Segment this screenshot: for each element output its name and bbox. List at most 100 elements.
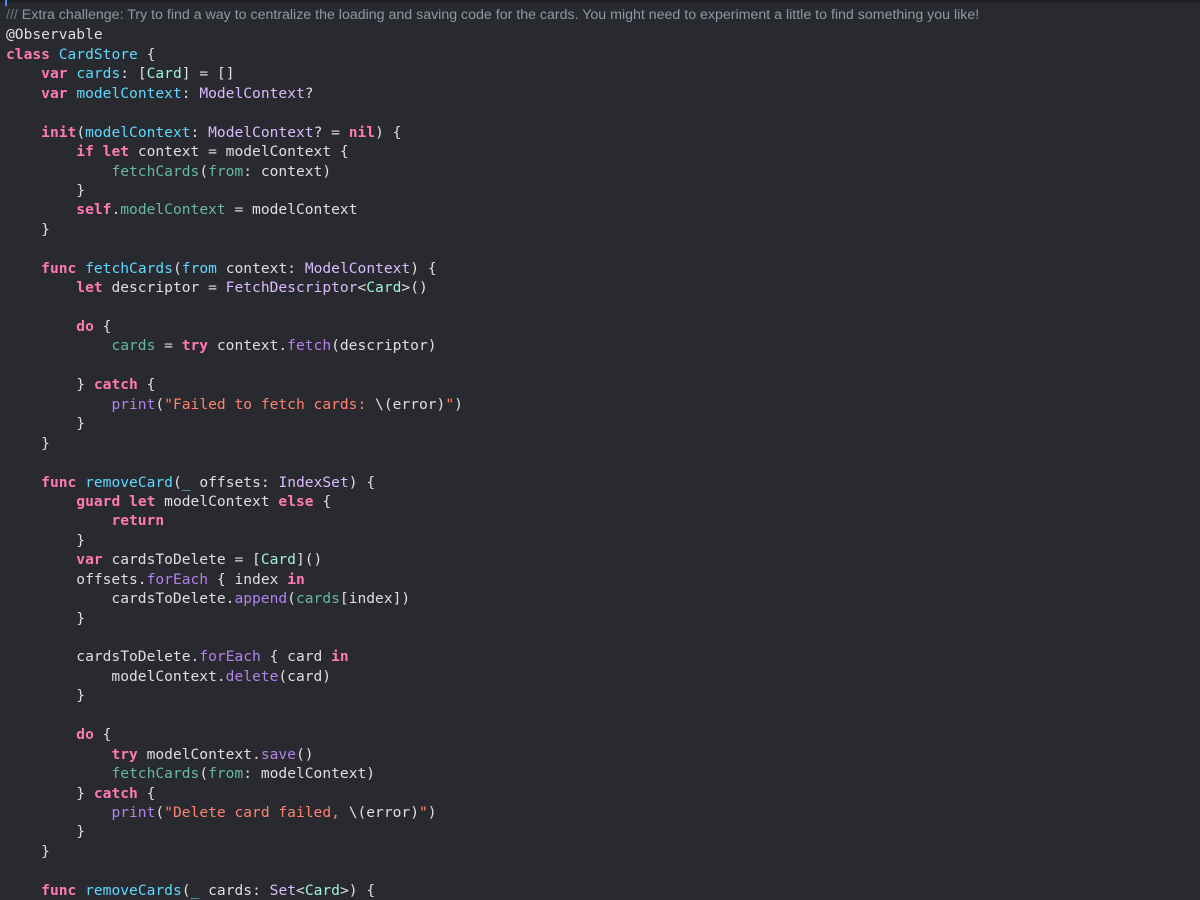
code-token: ) [427,803,437,821]
code-token: in [331,648,349,666]
code-line[interactable]: } [6,609,979,628]
code-token: else [278,492,314,510]
code-line[interactable]: } [6,842,979,861]
code-token: . [111,201,121,219]
code-line[interactable]: if let context = modelContext { [6,142,979,161]
code-line[interactable]: } [6,822,979,841]
code-line[interactable]: var cards: [Card] = [] [6,64,979,83]
code-line[interactable]: } [6,686,979,705]
code-token: descriptor = [102,279,226,297]
code-line[interactable]: class CardStore { [6,45,979,64]
doc-comment-line[interactable]: /// Extra challenge: Try to find a way t… [6,6,979,25]
code-token: \(error) [375,395,446,413]
code-token: modelContext. [6,667,226,685]
code-token: ModelContext [199,84,305,102]
code-line[interactable]: } [6,414,979,433]
code-line[interactable]: guard let modelContext else { [6,492,979,511]
code-line[interactable] [6,239,979,258]
code-token: = [155,337,182,355]
code-token: { index [208,570,288,588]
code-line[interactable]: } catch { [6,784,979,803]
code-line[interactable]: modelContext.delete(card) [6,667,979,686]
code-line[interactable]: } [6,181,979,200]
code-editor[interactable]: /// Extra challenge: Try to find a way t… [0,0,1200,900]
code-line[interactable]: do { [6,725,979,744]
code-token: \(error) [348,803,419,821]
code-token: : [181,84,200,102]
code-token: ( [199,162,209,180]
code-token: Extra challenge: Try to find a way to ce… [21,7,980,23]
code-line[interactable]: } [6,220,979,239]
code-token: < [357,279,367,297]
code-token: " [418,803,428,821]
code-line[interactable]: } [6,434,979,453]
code-token: cards [111,337,156,355]
code-token: ( [155,395,165,413]
code-token: ) { [375,123,402,141]
code-token: cards: [199,881,270,899]
code-line[interactable]: @Observable [6,25,979,44]
code-token: ]() [295,551,323,569]
code-line[interactable]: self.modelContext = modelContext [6,200,979,219]
code-line[interactable]: print("Failed to fetch cards: \(error)") [6,395,979,414]
code-line[interactable]: return [6,511,979,530]
code-line[interactable] [6,453,979,472]
code-token: "Failed to fetch cards: [164,395,376,413]
code-token: cards [76,65,121,83]
code-token: Card [304,881,340,899]
code-line[interactable]: cardsToDelete.append(cards[index]) [6,589,979,608]
code-token: modelContext [76,84,182,102]
code-line[interactable]: fetchCards(from: context) [6,162,979,181]
code-line[interactable]: fetchCards(from: modelContext) [6,764,979,783]
code-line[interactable]: cards = try context.fetch(descriptor) [6,336,979,355]
code-line[interactable] [6,628,979,647]
code-line[interactable] [6,706,979,725]
code-token: " [445,395,455,413]
code-token: let [76,279,103,297]
code-line[interactable]: func removeCard(_ offsets: IndexSet) { [6,473,979,492]
code-token: cardsToDelete. [6,648,200,666]
code-line[interactable]: func fetchCards(from context: ModelConte… [6,259,979,278]
code-token: >) { [339,881,376,899]
code-token: : context) [243,162,332,180]
code-line[interactable]: let descriptor = FetchDescriptor<Card>() [6,278,979,297]
code-token: } [6,220,50,238]
code-line[interactable]: var modelContext: ModelContext? [6,84,979,103]
code-token: var [76,551,103,569]
code-token: : [ [120,65,147,83]
code-token: ( [172,473,182,491]
code-line[interactable]: offsets.forEach { index in [6,570,979,589]
code-line[interactable] [6,103,979,122]
code-token: from [181,259,217,277]
code-token: if [76,143,94,161]
code-token: do [76,318,94,335]
code-line[interactable]: func removeCards(_ cards: Set<Card>) { [6,881,979,900]
code-line[interactable]: print("Delete card failed, \(error)") [6,803,979,822]
code-token: "Delete card failed, [164,803,349,821]
code-token: append [234,590,288,608]
code-token: < [296,881,305,899]
code-line[interactable]: } [6,531,979,550]
code-line[interactable] [6,298,979,317]
code-token: /// [6,7,22,23]
source-code[interactable]: /// Extra challenge: Try to find a way t… [6,6,979,900]
code-line[interactable]: do { [6,317,979,336]
code-line[interactable]: var cardsToDelete = [Card]() [6,550,979,569]
code-line[interactable]: cardsToDelete.forEach { card in [6,647,979,666]
code-line[interactable] [6,356,979,375]
code-token: >() [401,279,428,297]
code-token: } [6,531,86,549]
code-token: var [41,65,68,83]
code-line[interactable]: } catch { [6,375,979,394]
code-token: self [76,201,112,219]
code-line[interactable]: init(modelContext: ModelContext? = nil) … [6,123,979,142]
code-line[interactable] [6,861,979,880]
code-token: init [41,123,77,141]
code-token: ModelContext [208,123,314,141]
code-line[interactable]: try modelContext.save() [6,745,979,764]
